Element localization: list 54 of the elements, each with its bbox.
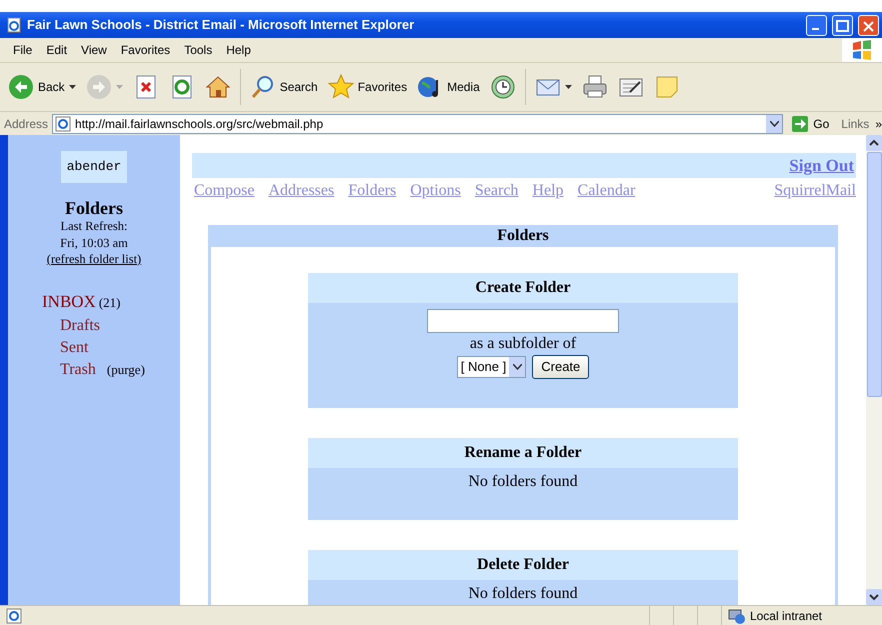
purge-link[interactable]: (purge) (106, 362, 145, 377)
sticky-note-icon (654, 74, 680, 100)
folder-name-field[interactable] (427, 309, 619, 333)
address-label: Address (4, 116, 48, 132)
windows-flag-icon (850, 39, 874, 61)
last-refresh-label: Last Refresh: (60, 218, 128, 235)
scroll-down-icon (866, 589, 882, 605)
section-header: Rename a Folder (308, 438, 738, 468)
scrollbar[interactable] (866, 135, 882, 605)
section-header: Delete Folder (308, 550, 738, 580)
go-button[interactable]: Go (787, 114, 838, 132)
maximize-button[interactable] (832, 14, 853, 36)
menu-item[interactable]: Favorites (114, 41, 178, 59)
printer-icon (582, 74, 608, 100)
menu-item[interactable]: Help (219, 41, 258, 59)
toolbar-button[interactable]: Back (4, 72, 80, 102)
folder-link[interactable]: Sent (60, 338, 88, 356)
username-label: abender (60, 151, 128, 182)
address-field[interactable]: http://mail.fairlawnschools.org/src/webmail.php (52, 114, 784, 134)
refresh-time: Fri, 10:03 am (59, 234, 129, 251)
parent-folder-select[interactable]: [ None ] (456, 356, 526, 378)
folder-link[interactable]: Drafts (60, 316, 100, 334)
close-button[interactable] (858, 14, 879, 36)
dropdown-button[interactable] (766, 114, 782, 132)
panel-title: Folders (496, 226, 550, 246)
folder-link[interactable]: INBOX (42, 292, 96, 312)
section-message: No folders found (308, 468, 738, 520)
menu-item[interactable]: View (74, 41, 114, 59)
unread-count: (21) (98, 295, 121, 310)
caret-icon (770, 120, 779, 126)
menu-item[interactable]: File (6, 41, 40, 59)
refresh-link[interactable]: (refresh folder list) (46, 252, 142, 266)
links-button[interactable]: Links (841, 114, 872, 132)
subfolder-label: as a subfolder of (468, 334, 578, 354)
toolbar-button[interactable]: Media (413, 72, 484, 102)
minimize-button[interactable] (806, 14, 827, 36)
caret-icon (512, 364, 522, 370)
menu-item[interactable]: Edit (39, 41, 74, 59)
zone-label: Local intranet (750, 608, 822, 624)
section-header: Create Folder (308, 273, 738, 303)
toolbar-button[interactable]: Search (246, 72, 322, 102)
toolbar-button[interactable]: Favorites (324, 72, 412, 102)
star-icon (328, 74, 354, 100)
create-button[interactable]: Create (532, 355, 590, 378)
more-button[interactable]: » (875, 114, 882, 132)
folders-heading: Folders (64, 198, 124, 218)
window-title: Fair Lawn Schools - District Email - Microsoft Internet Explorer (27, 16, 416, 34)
minimize-icon (812, 28, 819, 30)
menu-item[interactable]: Tools (177, 41, 220, 59)
scroll-up-icon (866, 135, 882, 151)
search-icon (250, 74, 276, 100)
section-message: No folders found (308, 580, 738, 605)
folder-link[interactable]: Trash (60, 360, 96, 378)
home-icon (204, 74, 231, 100)
